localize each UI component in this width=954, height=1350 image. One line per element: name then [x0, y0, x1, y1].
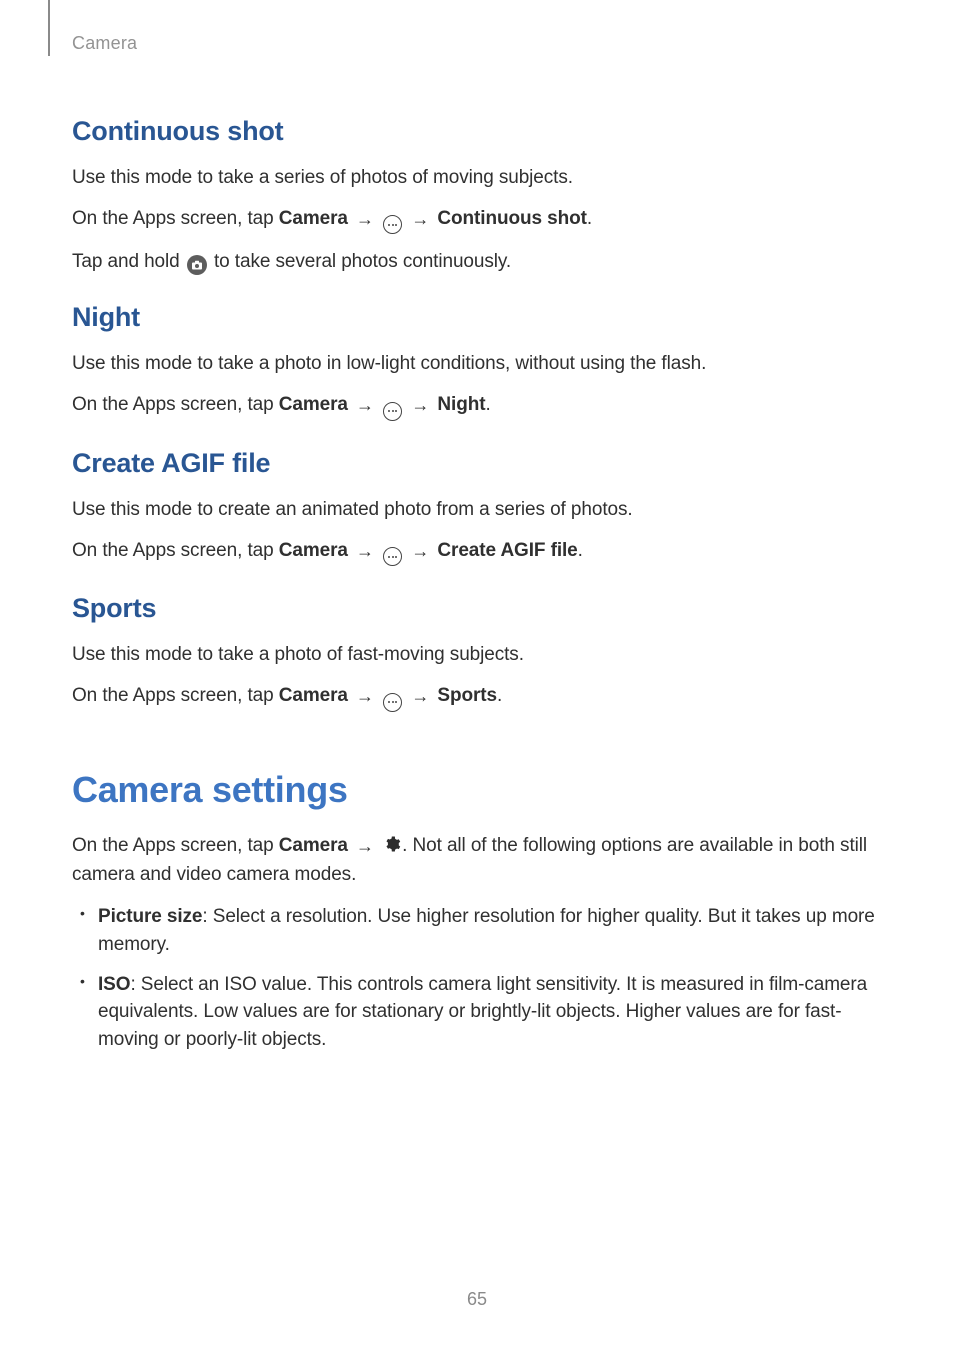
text: .: [485, 394, 490, 415]
term: Picture size: [98, 906, 202, 927]
arrow-icon: →: [411, 539, 429, 565]
arrow-icon: →: [356, 393, 374, 419]
bold-target: Night: [437, 394, 485, 415]
text: .: [578, 540, 583, 561]
bold-target: Create AGIF file: [437, 540, 577, 561]
list-item: Picture size: Select a resolution. Use h…: [98, 903, 892, 958]
body-text: Use this mode to take a photo in low-lig…: [72, 351, 892, 378]
arrow-icon: →: [411, 393, 429, 419]
body-text: Use this mode to take a series of photos…: [72, 165, 892, 192]
bold-camera: Camera: [279, 540, 348, 561]
section-sports: Sports Use this mode to take a photo of …: [72, 593, 892, 712]
body-text: On the Apps screen, tap Camera → → Creat…: [72, 538, 892, 567]
body-text: Tap and hold to take several photos cont…: [72, 249, 892, 276]
more-options-icon: [383, 215, 402, 234]
heading-night: Night: [72, 302, 892, 333]
arrow-icon: →: [411, 207, 429, 233]
body-text: On the Apps screen, tap Camera → → Night…: [72, 392, 892, 421]
camera-shutter-icon: [187, 255, 207, 275]
bold-camera: Camera: [279, 394, 348, 415]
term: ISO: [98, 974, 130, 995]
text: .: [497, 685, 502, 706]
bold-camera: Camera: [279, 835, 348, 856]
arrow-icon: →: [356, 834, 374, 860]
heading-camera-settings: Camera settings: [72, 769, 892, 811]
body-text: On the Apps screen, tap Camera → → Conti…: [72, 206, 892, 235]
text: On the Apps screen, tap: [72, 835, 279, 856]
bold-target: Continuous shot: [437, 208, 586, 229]
arrow-icon: →: [411, 684, 429, 710]
body-text: On the Apps screen, tap Camera → → Sport…: [72, 683, 892, 712]
breadcrumb: Camera: [72, 33, 137, 54]
text: On the Apps screen, tap: [72, 685, 279, 706]
section-agif: Create AGIF file Use this mode to create…: [72, 448, 892, 567]
gear-icon: [383, 835, 401, 862]
bold-target: Sports: [437, 685, 497, 706]
section-night: Night Use this mode to take a photo in l…: [72, 302, 892, 421]
settings-list: Picture size: Select a resolution. Use h…: [72, 903, 892, 1053]
page-content: Continuous shot Use this mode to take a …: [72, 96, 892, 1065]
desc: : Select a resolution. Use higher resolu…: [98, 906, 875, 955]
text: On the Apps screen, tap: [72, 208, 279, 229]
text: On the Apps screen, tap: [72, 394, 279, 415]
body-text: Use this mode to create an animated phot…: [72, 497, 892, 524]
heading-continuous-shot: Continuous shot: [72, 116, 892, 147]
text: Tap and hold: [72, 251, 185, 272]
text: to take several photos continuously.: [209, 251, 511, 272]
text: On the Apps screen, tap: [72, 540, 279, 561]
arrow-icon: →: [356, 684, 374, 710]
bold-camera: Camera: [279, 208, 348, 229]
more-options-icon: [383, 547, 402, 566]
bold-camera: Camera: [279, 685, 348, 706]
list-item: ISO: Select an ISO value. This controls …: [98, 971, 892, 1054]
body-text: Use this mode to take a photo of fast-mo…: [72, 642, 892, 669]
arrow-icon: →: [356, 207, 374, 233]
more-options-icon: [383, 402, 402, 421]
desc: : Select an ISO value. This controls cam…: [98, 974, 867, 1050]
more-options-icon: [383, 693, 402, 712]
heading-agif: Create AGIF file: [72, 448, 892, 479]
heading-sports: Sports: [72, 593, 892, 624]
text: .: [587, 208, 592, 229]
page-number: 65: [0, 1289, 954, 1310]
header-rule: [48, 0, 50, 56]
section-continuous-shot: Continuous shot Use this mode to take a …: [72, 116, 892, 276]
arrow-icon: →: [356, 539, 374, 565]
body-text: On the Apps screen, tap Camera → . Not a…: [72, 833, 892, 890]
